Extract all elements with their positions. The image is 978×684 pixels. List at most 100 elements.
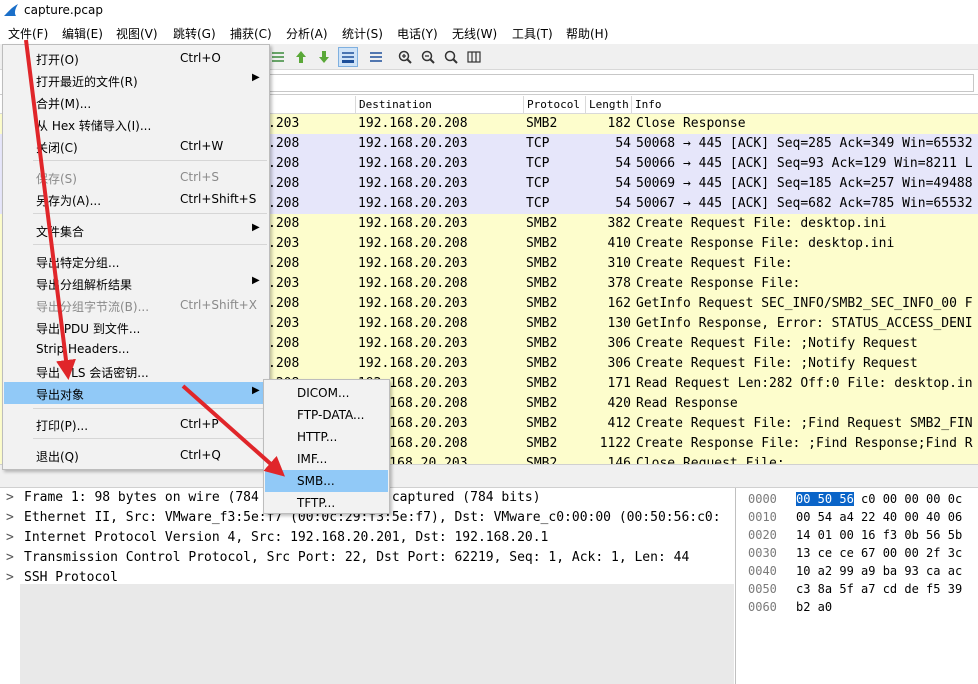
menu-item-export-bytes[interactable]: 导出分组字节流(B)... Ctrl+Shift+X [4, 294, 268, 316]
packet-length: 182 [607, 116, 631, 131]
submenu-item-dicom[interactable]: DICOM... [265, 382, 388, 404]
submenu-arrow-icon: ▶ [252, 72, 260, 83]
menu-item-close[interactable]: 关闭(C) Ctrl+W [4, 135, 268, 157]
detail-row-ipv4[interactable]: > Internet Protocol Version 4, Src: 192.1… [0, 528, 735, 548]
menu-tools[interactable]: 工具(T) [512, 25, 553, 42]
bytes-offset: 0040 [748, 564, 777, 578]
packet-info: Create Request File: desktop.ini [636, 216, 887, 231]
menu-view[interactable]: 视图(V) [116, 25, 158, 42]
packet-protocol: SMB2 [526, 396, 558, 411]
submenu-item-imf[interactable]: IMF... [265, 448, 388, 470]
packet-protocol: SMB2 [526, 356, 558, 371]
menu-item-export-objects[interactable]: 导出对象 ▶ [4, 382, 268, 404]
column-protocol[interactable]: Protocol [523, 96, 585, 114]
column-destination[interactable]: Destination [355, 96, 523, 114]
bytes-offset: 0060 [748, 600, 777, 614]
last-packet-icon[interactable] [314, 47, 334, 67]
chevron-right-icon[interactable]: > [6, 488, 14, 508]
packet-info: GetInfo Response, Error: STATUS_ACCESS_D… [636, 316, 973, 331]
menu-item-print[interactable]: 打印(P)... Ctrl+P [4, 413, 268, 435]
submenu-arrow-icon: ▶ [252, 275, 260, 286]
packet-info: 50066 → 445 [ACK] Seq=93 Ack=129 Win=821… [636, 156, 973, 171]
menu-help[interactable]: 帮助(H) [566, 25, 608, 42]
menu-go[interactable]: 跳转(G) [173, 25, 216, 42]
menu-item-strip-headers[interactable]: Strip Headers... [4, 338, 268, 360]
resize-columns-icon[interactable] [464, 47, 484, 67]
packet-protocol: SMB2 [526, 316, 558, 331]
chevron-right-icon[interactable]: > [6, 508, 14, 528]
menu-file[interactable]: 文件(F) [8, 25, 48, 42]
packet-length: 412 [607, 416, 631, 431]
go-to-packet-icon[interactable] [268, 47, 288, 67]
menu-edit[interactable]: 编辑(E) [62, 25, 103, 42]
bytes-hex[interactable]: 14 01 00 16 f3 0b 56 5b [796, 526, 962, 544]
bytes-hex[interactable]: 13 ce ce 67 00 00 2f 3c [796, 544, 962, 562]
submenu-item-smb[interactable]: SMB... [265, 470, 388, 492]
packet-protocol: TCP [526, 136, 550, 151]
export-objects-submenu: DICOM... FTP-DATA... HTTP... IMF... SMB.… [263, 379, 390, 514]
zoom-out-icon[interactable] [418, 47, 438, 67]
bytes-hex-values: b2 a0 [796, 600, 833, 614]
packet-info: Read Response [636, 396, 738, 411]
menu-item-merge[interactable]: 合并(M)... [4, 91, 268, 113]
packet-protocol: TCP [526, 176, 550, 191]
packet-destination: 192.168.20.208 [358, 316, 468, 331]
colorize-icon[interactable] [366, 47, 386, 67]
chevron-right-icon[interactable]: > [6, 548, 14, 568]
bytes-hex-values: c3 8a 5f a7 cd de f5 39 [796, 582, 963, 596]
menu-wireless[interactable]: 无线(W) [452, 25, 497, 42]
menu-item-save-as[interactable]: 另存为(A)... Ctrl+Shift+S [4, 188, 268, 210]
packet-length: 171 [607, 376, 631, 391]
packet-length: 54 [615, 136, 631, 151]
submenu-item-http[interactable]: HTTP... [265, 426, 388, 448]
zoom-in-icon[interactable] [395, 47, 415, 67]
autoscroll-icon[interactable] [338, 47, 358, 67]
chevron-right-icon[interactable]: > [6, 528, 14, 548]
details-empty-area [20, 584, 734, 684]
packet-length: 146 [607, 456, 631, 464]
display-filter-input[interactable] [268, 74, 974, 92]
menu-item-import-hex[interactable]: 从 Hex 转储导入(I)... [4, 113, 268, 135]
packet-info: 50069 → 445 [ACK] Seq=185 Ack=257 Win=49… [636, 176, 973, 191]
menu-item-open-recent[interactable]: 打开最近的文件(R) ▶ [4, 69, 268, 91]
menu-item-export-specified[interactable]: 导出特定分组... [4, 250, 268, 272]
menu-item-save[interactable]: 保存(S) Ctrl+S [4, 166, 268, 188]
packet-source: .208 [268, 256, 300, 271]
menu-item-open[interactable]: 打开(O) Ctrl+O [4, 47, 268, 69]
bytes-hex[interactable]: 00 50 56 c0 00 00 00 0c [796, 490, 962, 508]
packet-info: Create Request File: [636, 256, 793, 271]
detail-row-tcp[interactable]: > Transmission Control Protocol, Src Port… [0, 548, 735, 568]
bytes-hex-values: 13 ce ce 67 00 00 2f 3c [796, 546, 963, 560]
column-length[interactable]: Length [585, 96, 631, 114]
menu-capture[interactable]: 捕获(C) [230, 25, 272, 42]
column-info[interactable]: Info [631, 96, 978, 114]
menu-telephony[interactable]: 电话(Y) [397, 25, 438, 42]
menu-item-export-dissections[interactable]: 导出分组解析结果 ▶ [4, 272, 268, 294]
detail-row-ssh[interactable]: > SSH Protocol [0, 568, 735, 588]
packet-source: .208 [268, 176, 300, 191]
bytes-hex-values: 14 01 00 16 f3 0b 56 5b [796, 528, 963, 542]
packet-protocol: SMB2 [526, 236, 558, 251]
packet-length: 410 [607, 236, 631, 251]
bytes-hex-selected[interactable]: 00 50 56 [796, 492, 854, 506]
submenu-item-tftp[interactable]: TFTP... [265, 492, 388, 514]
submenu-item-ftp-data[interactable]: FTP-DATA... [265, 404, 388, 426]
bytes-hex[interactable]: b2 a0 [796, 598, 832, 616]
packet-info: Create Request File: ;Find Request SMB2_… [636, 416, 973, 431]
bytes-offset: 0020 [748, 528, 777, 542]
menu-item-export-tls-keys[interactable]: 导出 TLS 会话密钥... [4, 360, 268, 382]
bytes-hex[interactable]: c3 8a 5f a7 cd de f5 39 [796, 580, 962, 598]
packet-length: 54 [615, 196, 631, 211]
menu-item-file-set[interactable]: 文件集合 ▶ [4, 219, 268, 241]
bytes-hex[interactable]: 00 54 a4 22 40 00 40 06 [796, 508, 962, 526]
packet-source: .203 [268, 316, 300, 331]
bytes-hex[interactable]: 10 a2 99 a9 ba 93 ca ac [796, 562, 962, 580]
menu-statistics[interactable]: 统计(S) [342, 25, 383, 42]
chevron-right-icon[interactable]: > [6, 568, 14, 588]
menu-item-export-pdu[interactable]: 导出 PDU 到文件... [4, 316, 268, 338]
zoom-reset-icon[interactable] [441, 47, 461, 67]
menu-item-quit[interactable]: 退出(Q) Ctrl+Q [4, 444, 268, 466]
first-packet-icon[interactable] [291, 47, 311, 67]
packet-protocol: SMB2 [526, 216, 558, 231]
menu-analyze[interactable]: 分析(A) [286, 25, 328, 42]
